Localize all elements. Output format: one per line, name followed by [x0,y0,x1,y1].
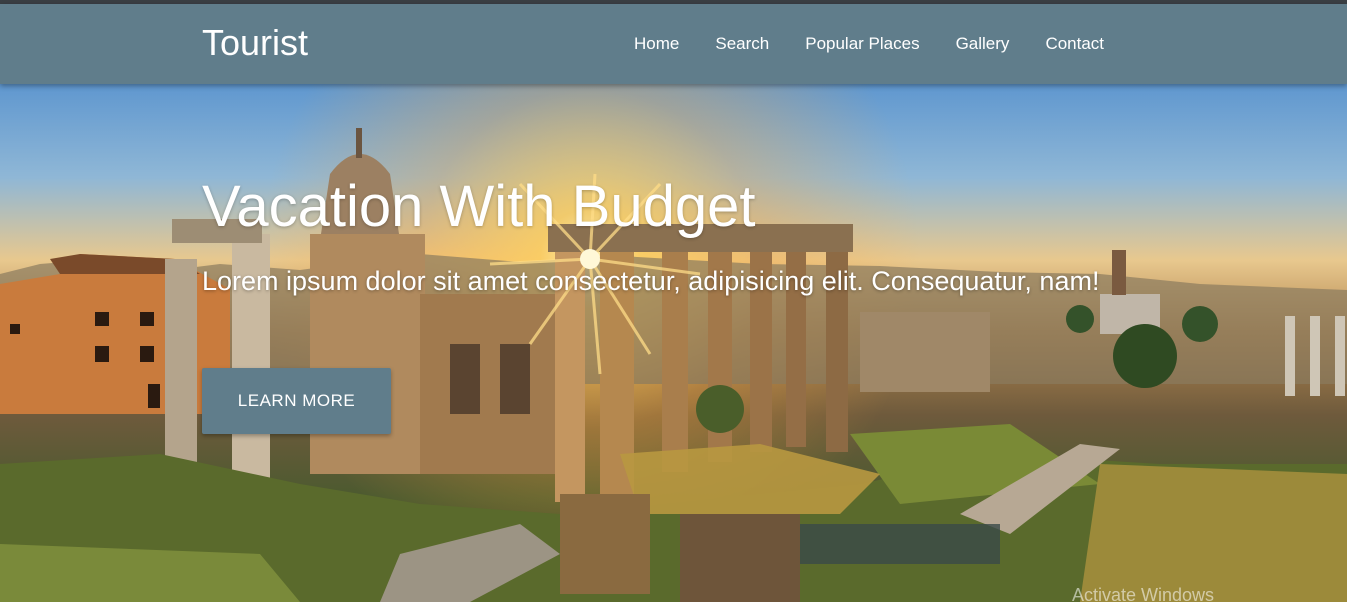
brand-logo[interactable]: Tourist [202,23,308,63]
hero-background-image [0,128,1347,602]
nav-link-search[interactable]: Search [697,30,787,58]
hero-section: Vacation With Budget Lorem ipsum dolor s… [0,84,1347,602]
nav-link-popular-places[interactable]: Popular Places [787,30,937,58]
nav-links: Home Search Popular Places Gallery Conta… [616,30,1122,58]
nav-link-gallery[interactable]: Gallery [938,30,1028,58]
learn-more-button[interactable]: LEARN MORE [202,368,391,434]
activate-windows-watermark: Activate Windows [1072,585,1215,602]
hero-subtitle: Lorem ipsum dolor sit amet consectetur, … [202,266,1100,296]
hero-title: Vacation With Budget [202,174,756,239]
nav-link-home[interactable]: Home [616,30,697,58]
nav-link-contact[interactable]: Contact [1027,30,1122,58]
navbar: Tourist Home Search Popular Places Galle… [0,4,1347,84]
